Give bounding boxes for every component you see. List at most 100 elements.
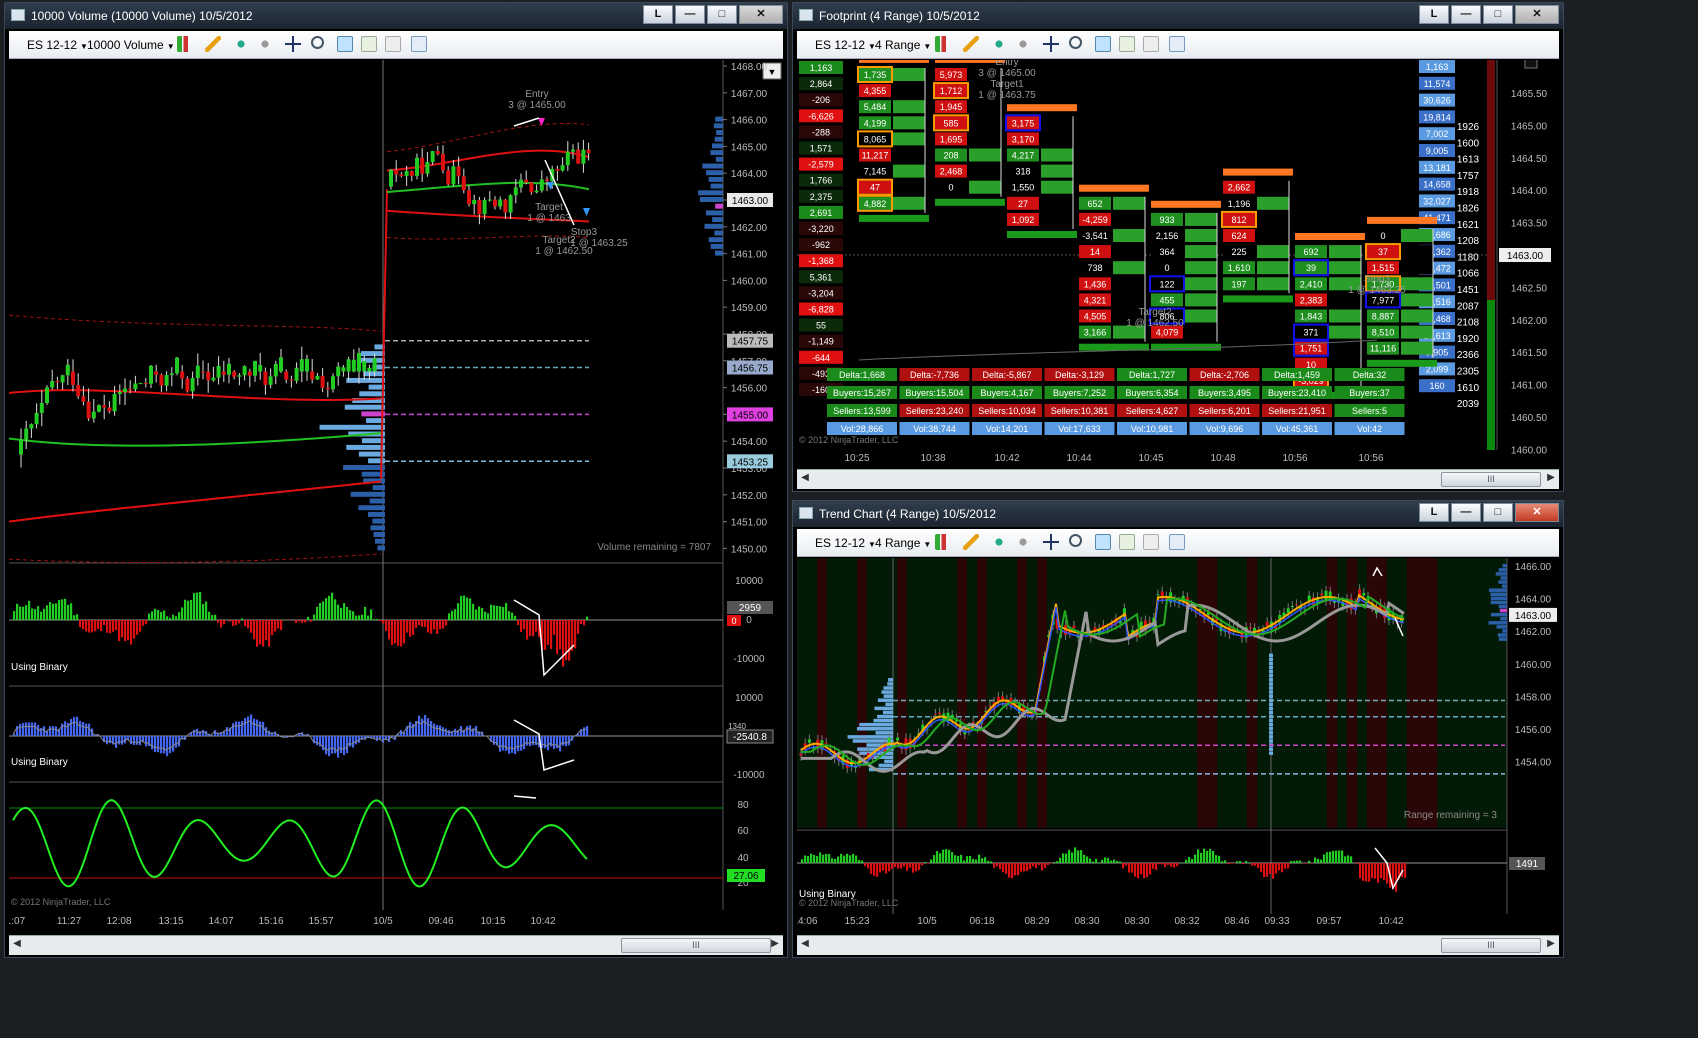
footprint-ask-cell: [1401, 229, 1433, 242]
close-button[interactable]: ✕: [1515, 5, 1559, 24]
chart-properties-icon[interactable]: [337, 36, 353, 52]
scroll-right-icon[interactable]: ▶: [1545, 472, 1557, 483]
footprint-value: 1,550: [1012, 183, 1035, 193]
scroll-left-icon[interactable]: ◀: [799, 938, 811, 949]
scroll-thumb[interactable]: III: [1441, 472, 1541, 487]
bar-type-icon[interactable]: [935, 534, 951, 550]
cum-delta-bar: [25, 722, 28, 736]
delta-bar: [253, 620, 256, 640]
footprint-chart-canvas[interactable]: 1465.50 1465.00 1464.50 1464.00 1463.50 1463.…: [797, 60, 1561, 470]
scroll-thumb[interactable]: III: [1441, 938, 1541, 953]
candle-body: [586, 149, 591, 154]
chart-menu-dropdown[interactable]: [1524, 60, 1538, 69]
delta-bar: [580, 620, 583, 624]
panels-icon[interactable]: [411, 36, 427, 52]
scroll-left-icon[interactable]: ◀: [799, 472, 811, 483]
trend-shade: [987, 558, 997, 828]
strategy-icon[interactable]: [257, 36, 273, 52]
period-selector[interactable]: 10000 Volume ▼: [87, 38, 175, 52]
volume-scrollbar[interactable]: ◀ III ▶: [9, 935, 783, 955]
profile-bar: [360, 351, 385, 357]
crosshair-icon[interactable]: [1043, 534, 1059, 550]
trend-window-titlebar[interactable]: Trend Chart (4 Range) 10/5/2012 L — □ ✕: [793, 501, 1563, 527]
trend-shade: [897, 558, 907, 828]
candle-body: [112, 394, 117, 412]
zoom-icon[interactable]: [311, 36, 324, 49]
footprint-window-titlebar[interactable]: Footprint (4 Range) 10/5/2012 L — □ ✕: [793, 3, 1563, 29]
delta-bar: [400, 620, 403, 647]
pencil-draw-icon[interactable]: [963, 534, 979, 550]
profile-bar: [874, 706, 893, 711]
maximize-button[interactable]: □: [1483, 5, 1513, 24]
period-selector[interactable]: 4 Range ▼: [875, 38, 931, 52]
volume-chart-canvas[interactable]: ▼ 1468.00 1467.00 1466.00 1465.00 1464.00 146…: [9, 60, 785, 932]
close-button[interactable]: ✕: [739, 5, 783, 24]
delta-bar: [13, 611, 16, 620]
candle-body: [247, 371, 252, 376]
trend-chart-canvas[interactable]: 1466.00 1464.00 1462.00 1460.00 1458.00 1456.…: [797, 558, 1561, 934]
chart-properties-icon[interactable]: [1095, 36, 1111, 52]
crosshair-icon[interactable]: [285, 36, 301, 52]
trend-scrollbar[interactable]: ◀ III ▶: [797, 935, 1559, 955]
profile-bar: [887, 682, 893, 686]
minimize-button[interactable]: —: [1451, 503, 1481, 522]
delta-bar: [1023, 863, 1026, 872]
profile-bar: [881, 690, 893, 694]
strategy-icon[interactable]: [1015, 36, 1031, 52]
left-delta-value: -288: [812, 127, 830, 137]
link-button[interactable]: L: [1419, 5, 1449, 24]
indicator-icon[interactable]: [233, 36, 249, 52]
minimize-button[interactable]: —: [675, 5, 705, 24]
link-button[interactable]: L: [643, 5, 673, 24]
scroll-thumb[interactable]: III: [621, 938, 771, 953]
zoom-icon[interactable]: [1069, 534, 1082, 547]
zoom-icon[interactable]: [1069, 36, 1082, 49]
indicator-icon[interactable]: [991, 36, 1007, 52]
data-series-icon[interactable]: [361, 36, 377, 52]
candle-body: [221, 371, 226, 375]
delta-bar: [891, 863, 894, 869]
volume-window-titlebar[interactable]: 10000 Volume (10000 Volume) 10/5/2012 L …: [5, 3, 787, 29]
indicator-icon[interactable]: [991, 534, 1007, 550]
data-series-icon[interactable]: [1119, 534, 1135, 550]
pencil-draw-icon[interactable]: [963, 36, 979, 52]
panels-icon[interactable]: [1169, 36, 1185, 52]
delta-bar: [445, 620, 448, 626]
profile-bar: [1488, 621, 1507, 625]
delta-bar: [451, 610, 454, 620]
period-selector[interactable]: 4 Range ▼: [875, 536, 931, 550]
delta-bar: [556, 620, 559, 655]
cum-delta-bar: [586, 725, 589, 736]
scroll-left-icon[interactable]: ◀: [11, 938, 23, 949]
candle-body: [555, 168, 560, 171]
template-icon[interactable]: [1143, 534, 1159, 550]
data-series-icon[interactable]: [1119, 36, 1135, 52]
delta-bar: [1044, 863, 1047, 868]
bar-delta-top: [1079, 184, 1149, 192]
profile-bar: [1269, 686, 1273, 690]
time-label: 06:18: [969, 916, 994, 927]
instrument-selector[interactable]: ES 12-12 ▼: [815, 536, 876, 550]
bar-type-icon[interactable]: [935, 36, 951, 52]
link-button[interactable]: L: [1419, 503, 1449, 522]
maximize-button[interactable]: □: [707, 5, 737, 24]
candle-body: [97, 405, 101, 412]
pencil-draw-icon[interactable]: [205, 36, 221, 52]
instrument-selector[interactable]: ES 12-12 ▼: [815, 38, 876, 52]
footprint-scrollbar[interactable]: ◀ III ▶: [797, 469, 1559, 489]
panels-icon[interactable]: [1169, 534, 1185, 550]
bar-type-icon[interactable]: [177, 36, 193, 52]
template-icon[interactable]: [1143, 36, 1159, 52]
maximize-button[interactable]: □: [1483, 503, 1513, 522]
strategy-icon[interactable]: [1015, 534, 1031, 550]
scroll-right-icon[interactable]: ▶: [769, 938, 781, 949]
template-icon[interactable]: [385, 36, 401, 52]
close-button[interactable]: ✕: [1515, 503, 1559, 522]
scroll-right-icon[interactable]: ▶: [1545, 938, 1557, 949]
minimize-button[interactable]: —: [1451, 5, 1481, 24]
delta-bar: [1287, 863, 1290, 869]
crosshair-icon[interactable]: [1043, 36, 1059, 52]
profile-bar: [706, 170, 723, 176]
instrument-selector[interactable]: ES 12-12 ▼: [27, 38, 88, 52]
chart-properties-icon[interactable]: [1095, 534, 1111, 550]
